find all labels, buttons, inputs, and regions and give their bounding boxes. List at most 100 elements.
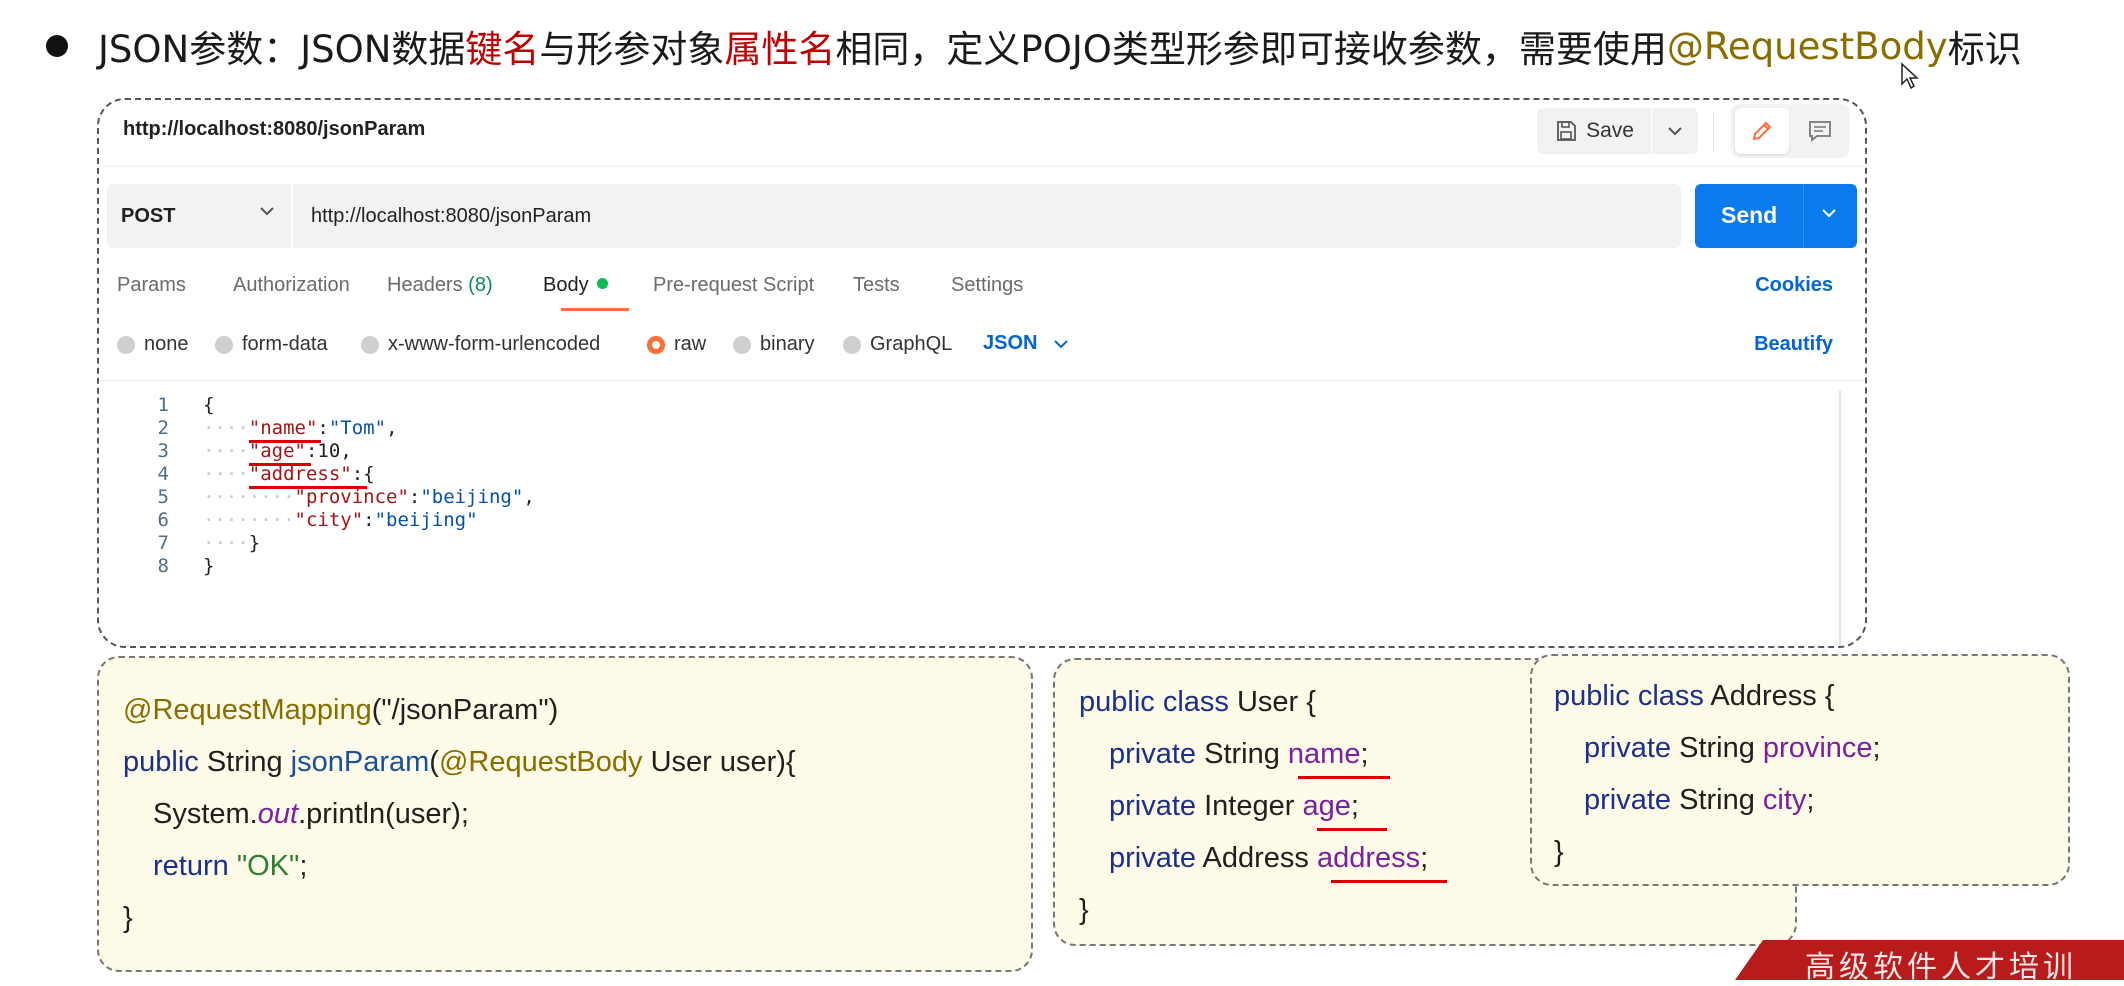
controller-code-box: @RequestMapping("/jsonParam") public Str…: [97, 656, 1033, 972]
json-body-editor[interactable]: 1 2 3 4 5 6 7 8 { ····"name":"Tom", ····…: [99, 390, 1865, 646]
code-line: ····}: [203, 532, 261, 554]
radio-raw[interactable]: raw: [647, 333, 706, 356]
keyword: public class: [1554, 680, 1704, 712]
format-select[interactable]: JSON: [983, 332, 1069, 355]
return-type: String: [198, 746, 291, 778]
tab-prerequest-script[interactable]: Pre-request Script: [653, 274, 814, 297]
radio-urlencoded[interactable]: x-www-form-urlencoded: [361, 333, 600, 356]
heading-highlight-attr-name: 属性名: [724, 28, 836, 71]
bullet-dot-icon: [46, 35, 68, 57]
line-number: 2: [157, 417, 169, 439]
url-input[interactable]: http://localhost:8080/jsonParam: [293, 184, 1681, 248]
send-button[interactable]: Send: [1695, 184, 1857, 248]
field-address: address: [1316, 842, 1421, 874]
tab-headers-label: Headers: [387, 274, 463, 296]
radio-circle-icon: [843, 335, 861, 354]
beautify-link[interactable]: Beautify: [1754, 333, 1833, 356]
editor-scrollbar[interactable]: [1839, 390, 1841, 646]
keyword: private: [1584, 784, 1672, 816]
static-field: out: [257, 798, 299, 830]
keyword: private: [1109, 790, 1197, 822]
field-underline: [1317, 828, 1387, 831]
body-type-options: none form-data x-www-form-urlencoded raw…: [117, 322, 1857, 366]
mapping-arg: ("/jsonParam"): [371, 694, 559, 726]
key-underline: [249, 486, 367, 489]
code-line: }: [203, 555, 214, 577]
save-icon: [1557, 121, 1576, 141]
chevron-down-icon: [260, 207, 274, 216]
radio-form-data-label: form-data: [242, 333, 328, 355]
code-line: }: [1079, 894, 1089, 927]
type: String: [1671, 732, 1763, 764]
json-value-name: "Tom": [328, 417, 387, 439]
semicolon: ;: [1806, 784, 1815, 816]
http-method-select[interactable]: POST: [107, 184, 291, 248]
field-city: city: [1762, 784, 1807, 816]
chevron-down-icon: [1054, 339, 1069, 348]
send-divider: [1803, 184, 1804, 248]
requestbody-annotation: @RequestBody: [438, 746, 643, 778]
json-value-province: "beijing": [420, 486, 524, 508]
brace: }: [203, 555, 215, 577]
radio-circle-icon: [215, 335, 233, 354]
radio-binary[interactable]: binary: [733, 333, 814, 356]
code-line: System.out.println(user);: [153, 798, 469, 831]
code-line: private String province;: [1584, 732, 1881, 765]
code-line: ········"city":"beijing": [203, 509, 478, 531]
tab-body-label: Body: [543, 274, 589, 296]
string-literal: "OK": [236, 850, 300, 882]
code-line: }: [123, 902, 133, 935]
code-text: System.: [153, 798, 258, 830]
line-number: 4: [157, 463, 169, 485]
code-line: private Address address;: [1109, 842, 1428, 875]
tab-authorization[interactable]: Authorization: [233, 274, 350, 297]
chevron-down-icon[interactable]: [1821, 208, 1837, 218]
tab-settings[interactable]: Settings: [951, 274, 1023, 297]
keyword: public: [123, 746, 199, 778]
save-options-dropdown[interactable]: [1652, 108, 1698, 154]
code-line: ····"address":{: [203, 463, 375, 485]
tab-params[interactable]: Params: [117, 274, 186, 297]
json-value-age: 10: [317, 440, 341, 462]
code-line: @RequestMapping("/jsonParam"): [123, 694, 558, 727]
keyword: return: [153, 850, 229, 882]
line-number: 8: [157, 555, 169, 577]
edit-mode-button[interactable]: [1735, 108, 1789, 154]
cookies-link[interactable]: Cookies: [1755, 274, 1833, 297]
code-line: private String name;: [1109, 738, 1369, 771]
param: User user){: [642, 746, 796, 778]
radio-none-label: none: [144, 333, 189, 355]
tab-tests[interactable]: Tests: [853, 274, 900, 297]
type: String: [1196, 738, 1288, 770]
class-name: Address {: [1703, 680, 1835, 712]
code-line: return "OK";: [153, 850, 307, 883]
json-key-age: "age": [248, 440, 306, 462]
save-button[interactable]: Save: [1537, 108, 1651, 154]
brace: }: [123, 902, 133, 934]
class-name: User {: [1228, 686, 1316, 718]
annotation: @RequestMapping: [123, 694, 372, 726]
type: String: [1671, 784, 1763, 816]
keyword: private: [1109, 842, 1197, 874]
format-value: JSON: [983, 332, 1038, 354]
radio-graphql-label: GraphQL: [870, 333, 953, 355]
code-line: }: [1554, 836, 1564, 869]
postman-request-panel: http://localhost:8080/jsonParam Save POS…: [97, 98, 1867, 648]
comments-button[interactable]: [1793, 108, 1847, 154]
keyword: public class: [1079, 686, 1229, 718]
radio-graphql[interactable]: GraphQL: [843, 333, 952, 356]
comment-icon: [1809, 121, 1831, 142]
radio-form-data[interactable]: form-data: [215, 333, 328, 356]
http-method-value: POST: [121, 204, 176, 227]
line-number: 1: [157, 394, 169, 416]
brace: {: [203, 394, 215, 416]
pencil-icon: [1752, 121, 1772, 141]
footer-banner: 高级软件人才培训: [1735, 940, 2124, 980]
editor-divider: [99, 380, 1865, 381]
radio-none[interactable]: none: [117, 333, 189, 356]
tab-headers[interactable]: Headers (8): [387, 274, 493, 297]
heading-highlight-key-name: 键名: [465, 28, 540, 71]
tab-body[interactable]: Body: [543, 274, 608, 297]
code-line: private Integer age;: [1109, 790, 1359, 823]
type: Address: [1196, 842, 1317, 874]
